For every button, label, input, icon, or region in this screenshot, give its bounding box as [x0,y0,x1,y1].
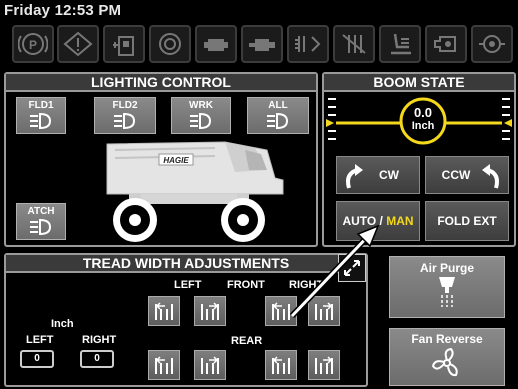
engine-oil-icon[interactable] [149,25,191,63]
tread-in-left-icon [201,302,219,320]
hagie-badge: HAGIE [163,156,189,165]
tread-right-value-label: RIGHT [82,334,117,346]
boom-offset-value: 0.0 [413,105,433,120]
fuel-tank-icon[interactable] [103,25,145,63]
front-left-tread-out-button[interactable] [148,296,180,326]
tread-unit-label: Inch [51,318,74,330]
tread-in-right-icon [272,356,290,374]
boom-cw-button[interactable]: CW [336,156,420,194]
seat-icon[interactable] [379,25,421,63]
rear-left-tread-in-button[interactable] [194,350,226,380]
fold-ext-button[interactable]: FOLD EXT [425,201,509,241]
all-lights-button[interactable]: ALL [247,97,309,134]
rear-right-tread-in-button[interactable] [265,350,297,380]
pointer-arrow-annotation [289,224,380,319]
parking-brake-icon[interactable]: P [12,25,54,63]
air-purge-icon [439,277,455,307]
cw-label: CW [379,168,399,182]
manual-label: MAN [386,214,414,228]
wrk-label: WRK [189,100,213,111]
rear-left-tread-out-button[interactable] [148,350,180,380]
datetime-label: Friday 12:53 PM [4,2,122,19]
air-purge-button[interactable]: Air Purge [389,256,505,318]
fld2-light-button[interactable]: FLD2 [94,97,156,134]
fld2-label: FLD2 [112,100,138,111]
rear-right-tread-out-button[interactable] [308,350,340,380]
tread-right-value-field[interactable]: 0 [80,350,114,368]
front-left-tread-in-button[interactable] [194,296,226,326]
filter-restriction-icon[interactable] [333,25,375,63]
tread-left-heading: LEFT [174,279,202,291]
tread-rear-heading: REAR [231,335,263,347]
tread-left-value-field[interactable]: 0 [20,350,54,368]
fan-icon [431,347,458,377]
headlight-icon [114,112,136,130]
rotate-counterclockwise-icon [482,164,499,189]
tread-front-heading: FRONT [227,279,265,291]
tread-left-value-label: LEFT [26,334,54,346]
warning-icon[interactable] [57,25,99,63]
heater-icon[interactable] [287,25,329,63]
boom-ccw-button[interactable]: CCW [425,156,509,194]
fld1-light-button[interactable]: FLD1 [16,97,66,134]
work-light-button[interactable]: WRK [171,97,231,134]
fan-reverse-button[interactable]: Fan Reverse [389,328,505,386]
sprayer-machine-illustration: HAGIE [106,141,284,242]
air-purge-label: Air Purge [419,261,474,275]
tread-in-left-icon [201,356,219,374]
boom-offset-unit: Inch [411,120,435,132]
atch-label: ATCH [27,206,55,217]
boom-state-title: BOOM STATE [324,74,514,92]
rotate-clockwise-icon [346,164,363,189]
lighting-control-title: LIGHTING CONTROL [6,74,316,92]
tread-out-left-icon [155,356,173,374]
headlight-icon [30,218,52,236]
headlight-icon [267,112,289,130]
ccw-label: CCW [441,168,471,182]
battery-icon[interactable] [195,25,237,63]
all-label: ALL [268,100,288,111]
headlight-icon [30,112,52,130]
fold-ext-label: FOLD EXT [437,214,497,228]
fan-reverse-label: Fan Reverse [411,332,483,346]
headlight-icon [190,112,212,130]
fld1-label: FLD1 [28,100,54,111]
hydraulic-icon[interactable] [471,25,513,63]
attachment-light-button[interactable]: ATCH [16,203,66,240]
tread-out-right-icon [315,356,333,374]
pump-icon[interactable] [425,25,467,63]
svg-text:P: P [29,38,37,52]
tread-out-left-icon [155,302,173,320]
oil-can-icon[interactable] [241,25,283,63]
